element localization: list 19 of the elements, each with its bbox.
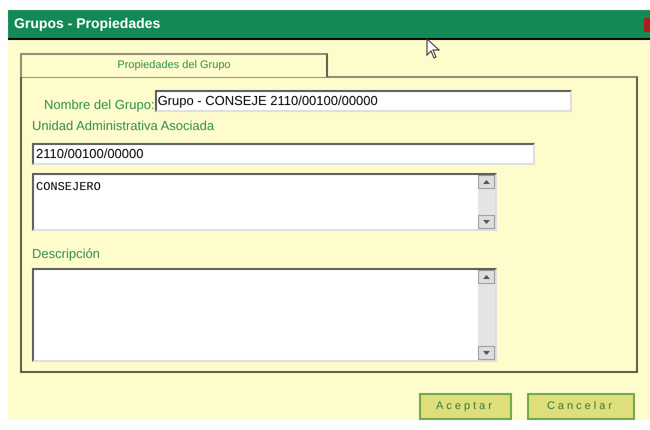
accept-button[interactable]: Aceptar — [419, 392, 512, 420]
mouse-cursor-icon — [426, 38, 440, 59]
scroll-bar[interactable] — [478, 270, 495, 360]
group-name-label: Nombre del Grupo: — [44, 96, 155, 114]
group-name-field[interactable]: Grupo - CONSEJE 2110/00100/00000 — [154, 90, 572, 112]
scroll-up-icon[interactable] — [478, 270, 495, 284]
description-text-area[interactable] — [32, 268, 497, 362]
admin-unit-text-area[interactable]: CONSEJERO — [32, 172, 497, 231]
description-label: Descripción — [32, 244, 100, 263]
cancel-button[interactable]: Cancelar — [527, 392, 635, 420]
admin-unit-field[interactable]: 2110/00100/00000 — [32, 142, 535, 165]
scroll-down-icon[interactable] — [478, 214, 495, 229]
admin-unit-label: Unidad Administrativa Asociada — [32, 117, 214, 136]
scroll-up-icon[interactable] — [478, 174, 495, 189]
tab[interactable]: Propiedades del Grupo — [20, 52, 328, 77]
window-title: Grupos - Propiedades — [14, 14, 160, 34]
scroll-down-icon[interactable] — [478, 346, 495, 360]
admin-unit-detail: CONSEJERO — [35, 178, 102, 196]
scroll-bar[interactable] — [478, 174, 495, 229]
